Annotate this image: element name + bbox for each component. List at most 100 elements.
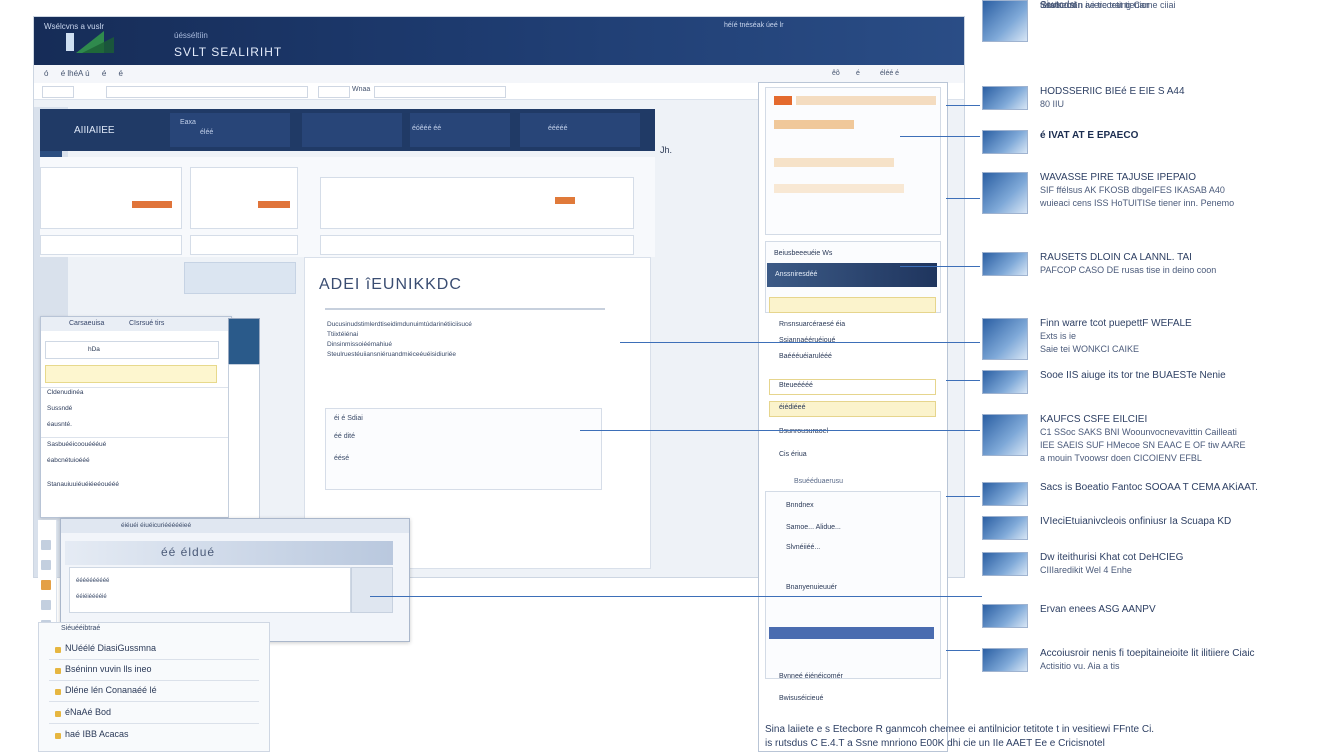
document-icon xyxy=(982,0,1028,42)
popup-row[interactable]: Cldenudinéa xyxy=(47,389,84,396)
logo-icon xyxy=(66,31,114,53)
annotation-text: PAFCOP CASO DE rusas tise in deino coon xyxy=(1040,265,1217,275)
property-row[interactable]: Bteueéééé xyxy=(779,382,813,389)
nav-tab[interactable] xyxy=(302,113,402,147)
tool-icon[interactable] xyxy=(41,600,51,610)
divider xyxy=(41,437,231,438)
thumbnail-image[interactable] xyxy=(228,318,260,366)
annotation-text: Sacs is Boeatio Fantoc SOOAA T CEMA AKiA… xyxy=(1040,482,1258,493)
tool-icon[interactable] xyxy=(41,560,51,570)
worker-icon xyxy=(982,318,1028,360)
nav-strip: AIIIAIIEE Eaxa éléé éóêéé éé ééééé xyxy=(40,109,655,151)
detail-row: éi é Sdiai xyxy=(334,415,363,422)
filter-card[interactable] xyxy=(40,167,182,229)
option-row[interactable]: Slvnéiiéé... xyxy=(786,544,820,551)
selected-field[interactable] xyxy=(769,297,936,313)
menu-right-item[interactable]: é xyxy=(856,65,860,83)
menu-item[interactable]: é lhéA ú xyxy=(61,69,90,78)
filter-field[interactable] xyxy=(320,235,634,255)
filter-card[interactable] xyxy=(190,167,298,229)
divider xyxy=(49,659,259,660)
annotation-text: KAUFCS CSFE EILCIEI xyxy=(1040,414,1148,425)
property-row[interactable]: Cis ériua xyxy=(779,451,807,458)
list-item[interactable]: Bséninn vuvin lls ineo xyxy=(65,664,152,674)
option-row[interactable]: Bvnneé éiénéicomér xyxy=(779,673,843,680)
list-item[interactable]: NUéélé DiasiGussmna xyxy=(65,643,156,653)
dialog-body: éééééééééé ééiéiééééié xyxy=(69,567,351,613)
annotation-text: Sooe IIS aiuge its tor tne BUAESTe Nenie xyxy=(1040,370,1226,381)
option-row[interactable]: Bnanyenuieuuér xyxy=(786,584,837,591)
nav-tab[interactable] xyxy=(520,113,640,147)
divider xyxy=(49,723,259,724)
popup-header: Carsaeuisa CIsrsué tirs xyxy=(41,317,231,331)
menu-bar: ó é lhéA ú é é êõ é éléé é xyxy=(34,65,964,83)
filter-field[interactable] xyxy=(40,235,182,255)
content-heading: ADEI îEUNIKKDC xyxy=(319,276,462,293)
toolbar-field[interactable] xyxy=(42,86,74,98)
toolbar-field[interactable] xyxy=(318,86,350,98)
timeline-bar xyxy=(774,184,904,193)
menu-item[interactable]: ó xyxy=(44,69,48,78)
dialog-tab-label[interactable]: éé éldué xyxy=(161,545,215,559)
dialog-action-cell[interactable] xyxy=(351,567,393,613)
popup-row[interactable]: Sussndé xyxy=(47,405,72,412)
timeline-bar xyxy=(796,96,936,105)
dialog-tabbar xyxy=(65,541,393,565)
annotation-text: WAVASSE PIRE TAJUSE IPEPAIO xyxy=(1040,172,1196,183)
callout-line xyxy=(946,380,980,381)
callout-line xyxy=(946,198,980,199)
toolbar-field[interactable] xyxy=(374,86,506,98)
toolbar-search-input[interactable] xyxy=(106,86,308,98)
menu-right-item[interactable]: éléé é xyxy=(880,65,899,83)
nav-tab-label: Eaxa xyxy=(180,119,196,126)
popup-row[interactable]: éabcnétuioééé xyxy=(47,457,90,464)
footer-line: Sina laiiete e s Etecbore R ganmcoh chem… xyxy=(765,724,1155,735)
divider xyxy=(325,308,605,310)
pipeline-icon xyxy=(982,648,1028,672)
callout-line xyxy=(620,342,980,343)
popup-row[interactable]: éausnté. xyxy=(47,421,72,428)
popup-row[interactable]: Sasbuééicoouéééué xyxy=(47,441,106,448)
filter-field[interactable] xyxy=(190,235,298,255)
callout-line xyxy=(370,596,982,597)
folder-icon xyxy=(55,711,61,717)
popup-field-label: hDa xyxy=(88,346,100,353)
list-item[interactable]: haé IBB Acacas xyxy=(65,729,129,739)
filter-highlight xyxy=(555,197,575,204)
swatch-label: Anssniresdéé xyxy=(775,271,818,278)
property-row[interactable]: éiédiéeé xyxy=(779,404,805,411)
server-icon xyxy=(982,86,1028,110)
tower-icon xyxy=(982,252,1028,276)
menu-item[interactable]: é xyxy=(119,69,123,78)
option-row[interactable]: Samoe... Alidue... xyxy=(786,524,841,531)
timeline-section xyxy=(765,87,941,235)
filter-card[interactable] xyxy=(320,177,634,229)
property-row[interactable]: Baéééuéiarulééé xyxy=(779,353,832,360)
annotation-text: RAUSETS DLOIN CA LANNL. TAI xyxy=(1040,252,1192,263)
option-row[interactable]: Bwisuséicieué xyxy=(779,695,823,702)
option-row[interactable]: Bnndnex xyxy=(786,502,814,509)
timeline-bar xyxy=(774,158,894,167)
detail-row: éé dité xyxy=(334,433,356,440)
menu-item[interactable]: é xyxy=(102,69,106,78)
divider xyxy=(49,701,259,702)
properties-popup: Carsaeuisa CIsrsué tirs hDa Cldenudinéa … xyxy=(40,316,232,518)
callout-line xyxy=(580,430,980,431)
paragraph-line: Ducusinudstimlerdtiseidimdunuimtúdarinét… xyxy=(327,321,472,328)
popup-selected-row[interactable] xyxy=(45,365,217,383)
blue-selection-bar[interactable] xyxy=(769,627,934,639)
property-row[interactable]: Rnsnsuarcéraesé éia xyxy=(779,321,845,328)
preview-card[interactable] xyxy=(184,262,296,294)
annotation-text: Dw iteithurisi Khat cot DeHCIEG xyxy=(1040,552,1184,563)
nav-tab-label: ééééé xyxy=(548,125,568,132)
annotation-text: CIIIaredikit Wel 4 Enhe xyxy=(1040,565,1132,575)
popup-field[interactable]: hDa xyxy=(45,341,219,359)
menu-right-item[interactable]: êõ xyxy=(832,65,840,83)
popup-row[interactable]: Stanauiuuiéuéiéeéouééé xyxy=(47,481,119,488)
annotation-text: SIF ffélsus AK FKOSB dbgeIFES IKASAB A40 xyxy=(1040,185,1225,195)
list-item[interactable]: Dléne lén Conanaéé lé xyxy=(65,685,157,695)
list-item[interactable]: éNaAé Bod xyxy=(65,707,111,717)
tool-icon[interactable] xyxy=(41,540,51,550)
tool-icon[interactable] xyxy=(41,580,51,590)
annotation-text: Actisitio vu. Aia a tis xyxy=(1040,661,1120,671)
